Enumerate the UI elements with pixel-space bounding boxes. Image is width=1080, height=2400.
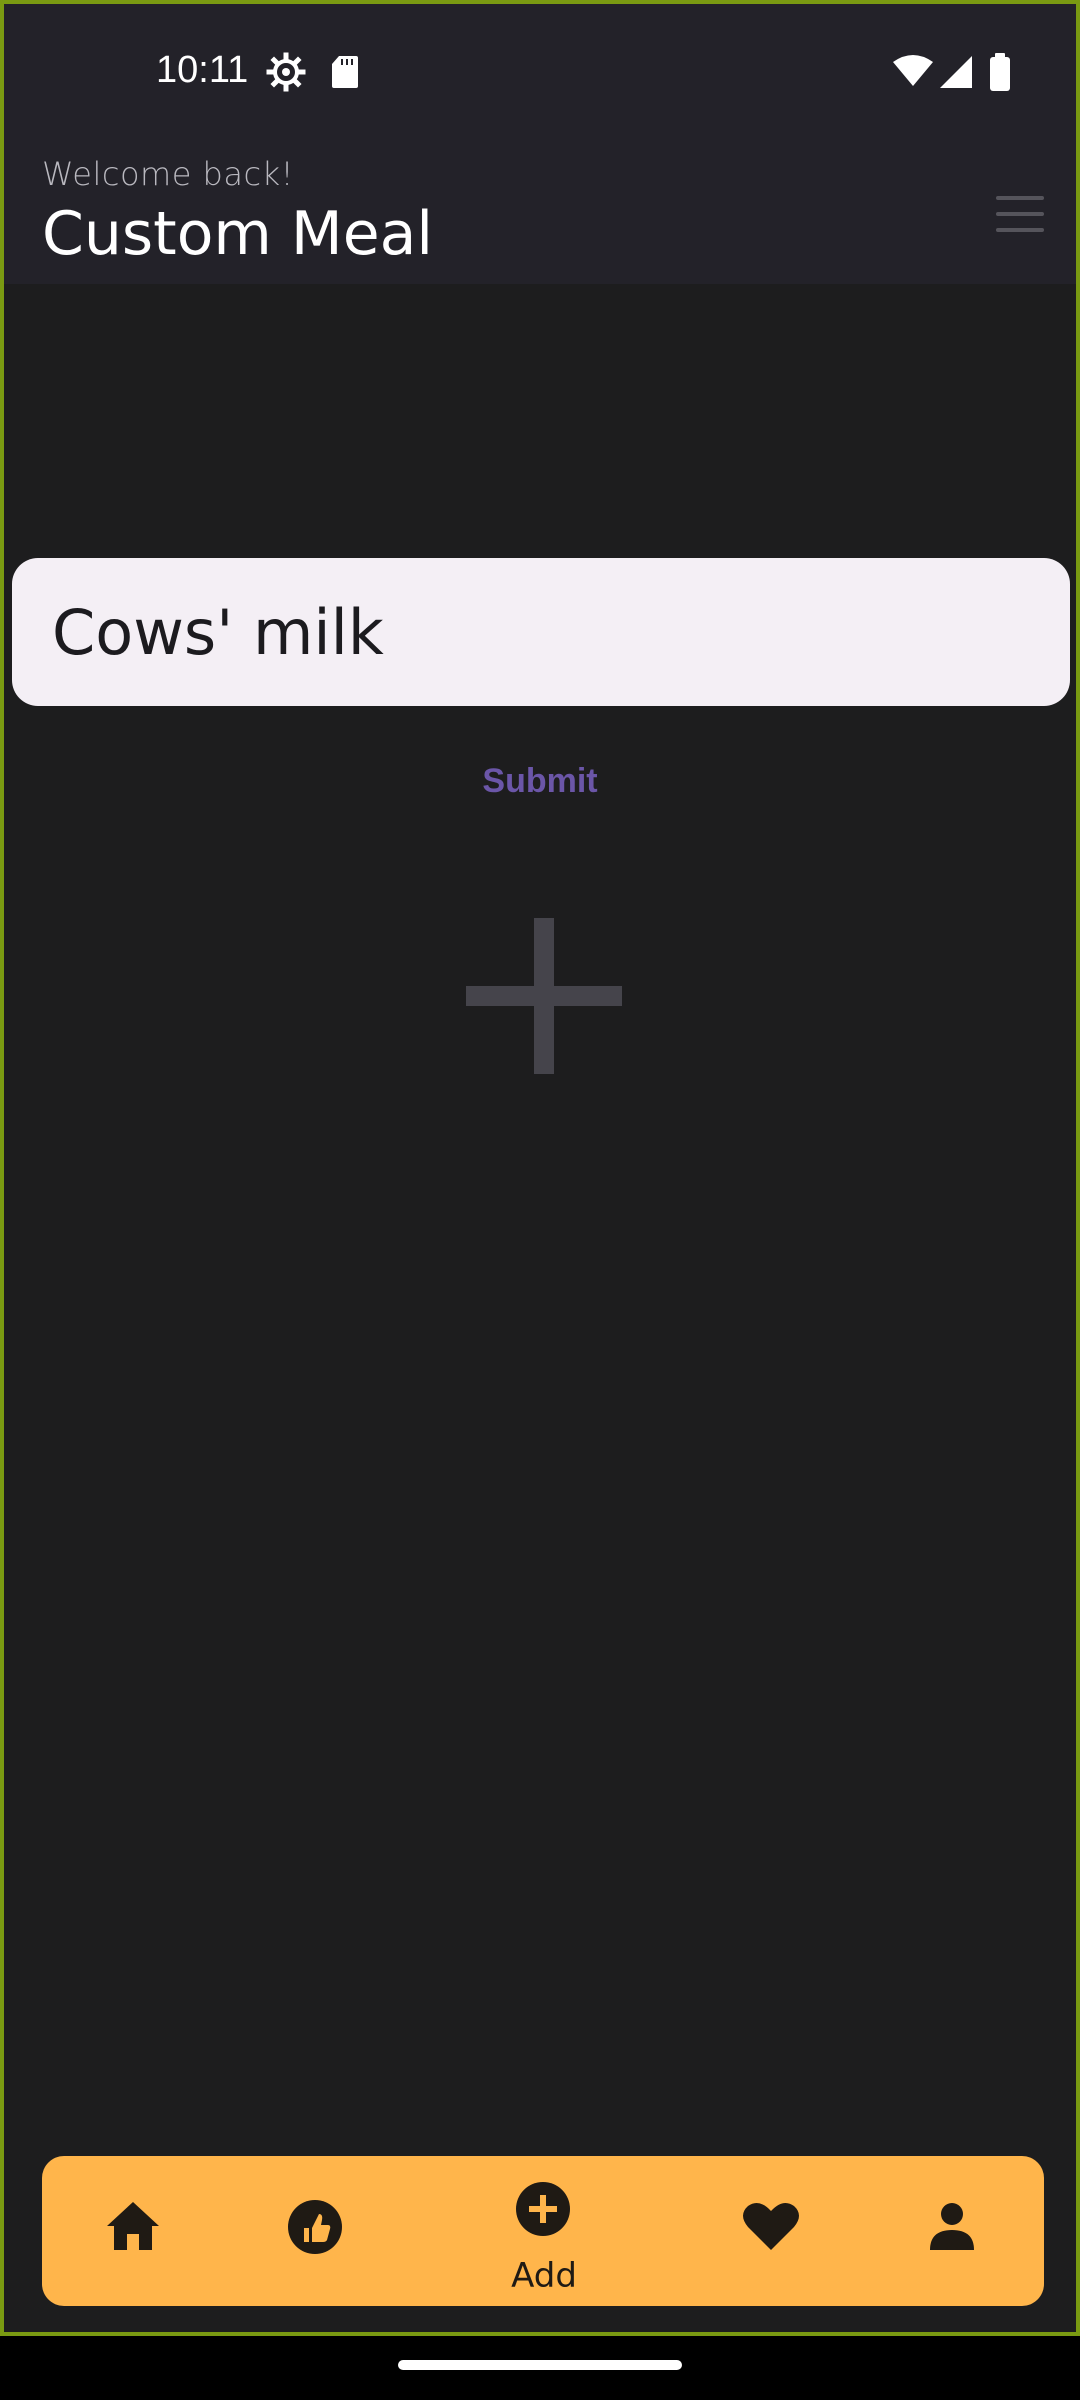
- plus-icon[interactable]: [464, 916, 624, 1076]
- battery-icon: [990, 53, 1010, 91]
- add-circle-icon[interactable]: [514, 2180, 572, 2238]
- nav-add-label[interactable]: Add: [504, 2256, 584, 2296]
- signal-icon: [940, 56, 972, 88]
- page-title: Custom Meal: [42, 199, 434, 269]
- person-icon[interactable]: [928, 2200, 976, 2252]
- status-time: 10:11: [156, 49, 249, 91]
- thumb-up-icon[interactable]: [286, 2198, 344, 2256]
- gesture-home-indicator[interactable]: [398, 2360, 682, 2370]
- welcome-text: Welcome back!: [42, 155, 294, 193]
- sd-card-icon: [332, 56, 358, 88]
- settings-gear-icon: [266, 52, 306, 92]
- home-icon[interactable]: [104, 2198, 162, 2254]
- wifi-icon: [893, 55, 933, 86]
- bottom-navigation-bar: Add: [42, 2156, 1044, 2306]
- meal-name-input[interactable]: [52, 558, 1032, 706]
- app-header: 10:11 Welcome back! Custom Meal: [4, 4, 1076, 284]
- meal-input-container: [12, 558, 1070, 706]
- submit-button[interactable]: Submit: [444, 746, 636, 816]
- heart-icon[interactable]: [742, 2200, 800, 2252]
- app-screen: 10:11 Welcome back! Custom Meal Cows' mi…: [0, 0, 1080, 2336]
- hamburger-menu-icon[interactable]: [994, 194, 1046, 234]
